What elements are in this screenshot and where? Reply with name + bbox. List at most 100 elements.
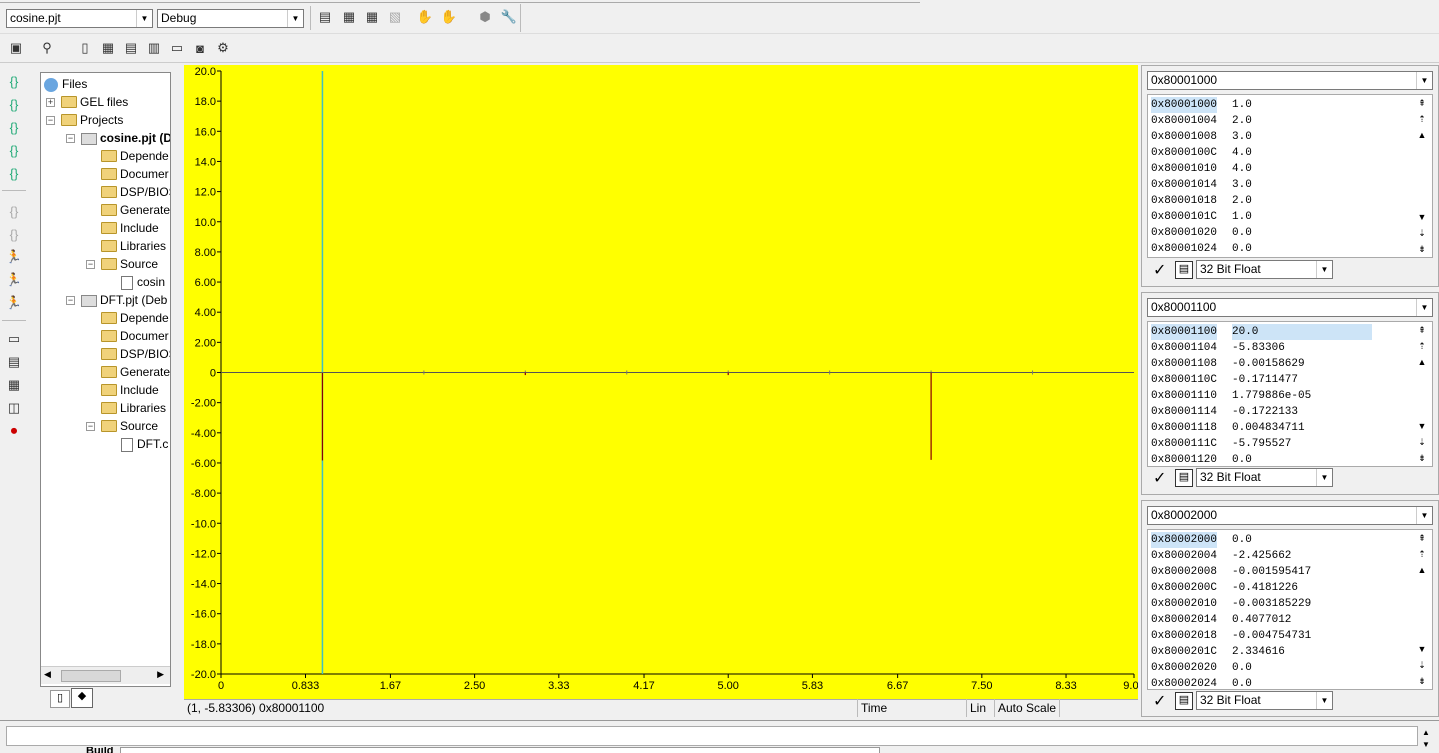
scroll-right-icon[interactable]: ▶ [157,669,164,680]
tree-item[interactable]: Generate [101,363,170,381]
scroll-down-fast-icon[interactable]: ⇣ [1416,436,1428,448]
tree-item[interactable]: Include [101,381,159,399]
rebuild-all-icon[interactable]: ▦ [363,8,381,26]
tree-item[interactable]: Documer [101,327,169,345]
output-scroll-up-icon[interactable]: ▲ [1422,728,1430,737]
image-icon[interactable]: ◙ [191,39,209,57]
scroll-down-icon[interactable]: ▼ [1416,211,1428,223]
memory-list[interactable]: 0x80001100 20.0 0x80001104 -5.83306 0x800011… [1147,321,1433,467]
scroll-down-icon[interactable]: ▼ [1416,643,1428,655]
apply-check-icon[interactable]: ✓ [1153,691,1166,711]
scroll-up-fast-icon[interactable]: ⇡ [1416,548,1428,560]
properties-icon[interactable]: ▤ [1175,469,1193,487]
tree-item[interactable]: cosin [121,273,165,291]
collapse-icon[interactable]: − [86,260,95,269]
format-combo[interactable]: 32 Bit Float ▼ [1196,691,1333,710]
tree-item[interactable]: Projects [61,111,123,129]
tree-item[interactable]: DSP/BIOS [101,345,170,363]
properties-icon[interactable]: ▤ [1175,692,1193,710]
watch-icon[interactable]: ⚲ [38,39,56,57]
graph-window[interactable]: 20.0 18.0 16.0 14.0 12.0 10.0 8.00 6.00 4.00 2.00… [184,65,1138,717]
collapse-icon[interactable]: − [66,134,75,143]
tree-item[interactable]: DSP/BIOS [101,183,170,201]
tab-file-view[interactable]: ▯ [50,690,70,708]
collapse-icon[interactable]: − [46,116,55,125]
apply-check-icon[interactable]: ✓ [1153,468,1166,488]
asm-step-into-icon[interactable]: {} [5,202,23,220]
memory-value[interactable]: -5.795527 [1232,436,1291,452]
chevron-down-icon[interactable]: ▼ [136,10,152,27]
scroll-page-up-icon[interactable]: ⇞ [1416,532,1428,544]
scroll-up-icon[interactable]: ▲ [1416,564,1428,576]
hand-icon[interactable]: ✋ [416,8,434,26]
memory-value[interactable]: 3.0 [1232,129,1252,145]
output-tab-build[interactable]: Build [86,747,114,753]
asm-step-over-icon[interactable]: {} [5,225,23,243]
scroll-page-up-icon[interactable]: ⇞ [1416,97,1428,109]
wrench-icon[interactable]: 🔧 [500,8,518,26]
scroll-down-icon[interactable]: ▼ [1416,420,1428,432]
scroll-down-fast-icon[interactable]: ⇣ [1416,227,1428,239]
memory-value[interactable]: 1.0 [1232,209,1252,225]
output-scroll-down-icon[interactable]: ▼ [1422,740,1430,749]
output-text[interactable] [6,726,1418,746]
chevron-down-icon[interactable]: ▼ [1416,299,1432,316]
registers-icon[interactable]: ▤ [122,39,140,57]
chevron-down-icon[interactable]: ▼ [287,10,303,27]
memory-value[interactable]: 20.0 [1232,324,1372,340]
memory-value[interactable]: 4.0 [1232,161,1252,177]
remove-breakpoints-icon[interactable]: ✋ [440,8,458,26]
record-icon[interactable]: ⏺ [5,422,23,440]
tree-item[interactable]: Source [101,255,158,273]
format-combo[interactable]: 32 Bit Float ▼ [1196,260,1333,279]
run-to-cursor-icon[interactable]: {} [5,141,23,159]
memory-value[interactable]: 0.0 [1232,532,1252,548]
tab-project-view[interactable]: ◆ [71,688,93,708]
apply-check-icon[interactable]: ✓ [1153,260,1166,280]
memory-value[interactable]: 1.779886e-05 [1232,388,1311,404]
tree-item[interactable]: cosine.pjt (D [81,129,170,147]
probe-icon[interactable]: ⚙ [214,39,232,57]
memory-value[interactable]: -0.001595417 [1232,564,1311,580]
tree-item[interactable]: Documer [101,165,169,183]
memory-value[interactable]: 1.0 [1232,97,1252,113]
tree-item[interactable]: Depende [101,147,169,165]
tree-item[interactable]: DFT.pjt (Deb [81,291,167,309]
chevron-down-icon[interactable]: ▼ [1416,72,1432,89]
expand-icon[interactable]: + [46,98,55,107]
animate-icon[interactable]: 🏃 [5,294,23,312]
scroll-thumb[interactable] [61,670,121,682]
calculator-icon[interactable]: ▦ [99,39,117,57]
step-over-icon[interactable]: {} [5,95,23,113]
scroll-left-icon[interactable]: ◀ [44,669,51,680]
memory-value[interactable]: 0.0 [1232,660,1252,676]
step-out-icon[interactable]: {} [5,118,23,136]
memory-list[interactable]: 0x80002000 0.0 0x80002004 -2.425662 0x800020… [1147,529,1433,690]
graph-window-icon[interactable]: ▣ [7,39,25,57]
config-combo[interactable]: Debug ▼ [157,9,304,28]
graph-plot[interactable]: 20.0 18.0 16.0 14.0 12.0 10.0 8.00 6.00 4.00 2.00… [184,65,1138,717]
halt-icon[interactable]: ⬢ [476,8,494,26]
tree-root[interactable]: Files [44,75,87,93]
compile-file-icon[interactable]: ▤ [316,8,334,26]
memory-value[interactable]: -5.83306 [1232,340,1285,356]
memory-value[interactable]: 0.0 [1232,225,1252,241]
memory-value[interactable]: 2.0 [1232,193,1252,209]
scroll-page-down-icon[interactable]: ⇟ [1416,452,1428,464]
disassembly-icon[interactable]: ▦ [5,376,23,394]
scroll-down-fast-icon[interactable]: ⇣ [1416,659,1428,671]
horizontal-scrollbar[interactable]: ◀ ▶ [41,666,170,684]
properties-icon[interactable]: ▤ [1175,261,1193,279]
memory-value[interactable]: -0.003185229 [1232,596,1311,612]
profiler-icon[interactable]: ◫ [5,399,23,417]
set-pc-icon[interactable]: {} [5,164,23,182]
memory-value[interactable]: 4.0 [1232,145,1252,161]
tree-item[interactable]: GEL files [61,93,128,111]
chevron-down-icon[interactable]: ▼ [1316,469,1332,486]
memory-value[interactable]: 0.0 [1232,241,1252,257]
scroll-up-fast-icon[interactable]: ⇡ [1416,340,1428,352]
memory-window-icon[interactable]: ▤ [5,353,23,371]
scroll-page-down-icon[interactable]: ⇟ [1416,675,1428,687]
memory-value[interactable]: 0.4077012 [1232,612,1291,628]
chevron-down-icon[interactable]: ▼ [1316,261,1332,278]
